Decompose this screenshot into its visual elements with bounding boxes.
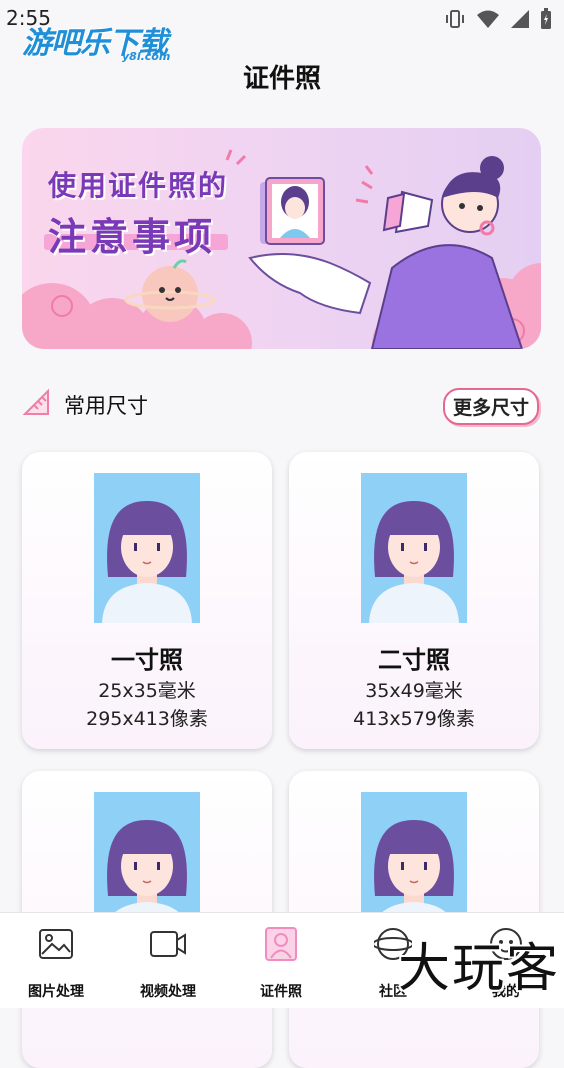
status-icons xyxy=(444,8,552,30)
wifi-icon xyxy=(477,10,499,28)
card-title: 一寸照 xyxy=(111,646,183,674)
card-size-px: 413x579像素 xyxy=(353,708,475,730)
banner-line1: 使用证件照的 xyxy=(48,169,229,202)
more-sizes-button[interactable]: 更多尺寸 xyxy=(442,388,539,425)
card-size-px: 295x413像素 xyxy=(86,708,208,730)
avatar-photo xyxy=(361,473,467,623)
id-photo-icon xyxy=(265,927,297,961)
tab-video-processing[interactable]: 视频处理 xyxy=(118,925,218,1001)
tips-banner[interactable]: 使用证件照的 注意事项 xyxy=(22,128,541,349)
tab-image-processing[interactable]: 图片处理 xyxy=(6,925,106,1001)
battery-icon xyxy=(541,8,551,29)
size-card[interactable]: 一寸照 25x35毫米 295x413像素 xyxy=(22,452,272,749)
page-title: 证件照 xyxy=(242,64,321,94)
vibrate-icon xyxy=(446,10,464,28)
ruler-icon xyxy=(22,388,49,415)
card-title: 二寸照 xyxy=(378,646,450,674)
signal-icon xyxy=(511,10,529,28)
card-size-mm: 35x49毫米 xyxy=(365,680,463,702)
tab-label: 证件照 xyxy=(260,984,302,1000)
tab-label: 图片处理 xyxy=(28,984,84,1000)
size-card[interactable]: 二寸照 35x49毫米 413x579像素 xyxy=(289,452,539,749)
image-icon xyxy=(39,929,73,959)
section-label: 常用尺寸 xyxy=(64,394,148,418)
corner-watermark: 大玩客 xyxy=(398,939,561,999)
tab-label: 视频处理 xyxy=(140,984,196,1000)
tab-id-photo[interactable]: 证件照 xyxy=(231,925,331,1001)
common-sizes-header: 常用尺寸 更多尺寸 xyxy=(22,384,541,425)
video-icon xyxy=(150,931,186,957)
card-size-mm: 25x35毫米 xyxy=(98,680,196,702)
avatar-photo xyxy=(94,473,200,623)
banner-line2: 注意事项 xyxy=(48,215,217,259)
